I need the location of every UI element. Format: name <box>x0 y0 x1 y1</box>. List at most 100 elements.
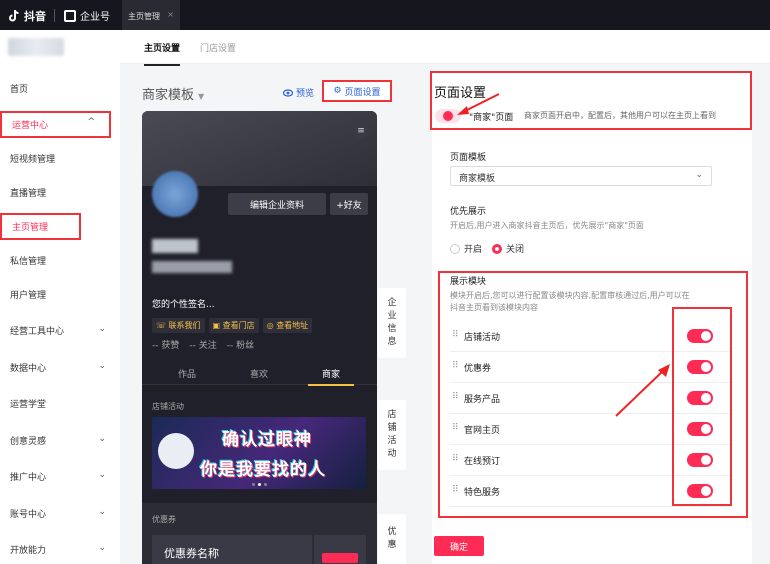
chevron-down-icon: ⌄ <box>98 434 106 444</box>
top-tab-label: 主页管理 <box>128 12 160 21</box>
sidebar-item-messages[interactable]: 私信管理 <box>0 250 120 270</box>
page-template-select[interactable]: 商家模板 ⌄ <box>450 166 712 186</box>
account-avatar[interactable] <box>8 38 64 56</box>
profile-name-blurred <box>152 239 198 253</box>
tab-store-settings[interactable]: 门店设置 <box>200 41 236 54</box>
sidebar-item-data[interactable]: 数据中心 ⌄ <box>0 357 120 377</box>
module-name: 官网主页 <box>464 426 501 436</box>
sidebar-item-users[interactable]: 用户管理 <box>0 284 120 304</box>
menu-icon[interactable]: ≡ <box>353 123 369 139</box>
chevron-down-icon: ⌄ <box>98 543 106 553</box>
template-title: 商家模板 <box>142 88 195 103</box>
fans-stat: -- 粉丝 <box>226 341 255 351</box>
sidebar-item-account[interactable]: 账号中心 ⌄ <box>0 503 120 523</box>
sidebar-item-label: 开放能力 <box>10 545 47 556</box>
douyin-icon <box>9 9 19 22</box>
sidebar-item-label: 主页管理 <box>12 223 49 233</box>
sidebar-item-label: 推广中心 <box>10 472 47 483</box>
coupon-claim[interactable] <box>314 535 366 564</box>
module-name: 服务产品 <box>464 395 501 405</box>
radio-selected-icon <box>492 243 502 254</box>
confirm-button[interactable]: 确定 <box>434 536 484 556</box>
sidebar-item-inspiration[interactable]: 创意灵感 ⌄ <box>0 430 120 450</box>
douyin-logo[interactable]: 抖音 <box>8 8 46 24</box>
highlight-box-toggles <box>672 307 732 506</box>
enterprise-logo[interactable]: 企业号 <box>64 8 110 23</box>
following-stat: -- 关注 <box>189 341 217 351</box>
caret-down-icon: ▼ <box>198 92 205 101</box>
shop-page-desc: 商家页面开启中，配置后，其他用户可以在主页上看到 <box>524 111 716 120</box>
contact-us-chip[interactable]: ☏ 联系我们 <box>152 318 205 333</box>
sidebar-item-label: 创意灵感 <box>10 436 47 447</box>
claim-button[interactable] <box>322 553 358 563</box>
sidebar-item-live[interactable]: 直播管理 <box>0 182 120 202</box>
contact-chips: ☏ 联系我们 ▣ 查看门店 ◎ 查看地址 <box>152 318 313 333</box>
template-selector[interactable]: 商家模板 ▼ <box>142 84 204 103</box>
drag-handle-icon[interactable]: ⠿ <box>452 485 459 495</box>
radio-priority-on[interactable]: 开启 <box>450 242 482 255</box>
chevron-down-icon: ⌄ <box>98 470 106 480</box>
modules-label: 展示模块 <box>450 277 487 287</box>
store-activity-side-label[interactable]: 店铺活动 <box>378 400 406 470</box>
megaphone-icon <box>158 433 194 469</box>
store-activity-label: 店铺活动 <box>152 402 184 411</box>
profile-tabs: 作品 喜欢 商家 <box>142 361 377 386</box>
coupon-side-label[interactable]: 优惠 <box>378 514 406 564</box>
sidebar-item-operations[interactable]: 运营中心 ^ <box>0 111 111 138</box>
location-icon: ◎ <box>266 321 277 330</box>
view-store-chip[interactable]: ▣ 查看门店 <box>208 318 259 333</box>
module-name: 在线预订 <box>464 457 501 467</box>
gear-icon: ⚙ <box>333 86 342 96</box>
sidebar-item-video[interactable]: 短视频管理 <box>0 148 120 168</box>
page-settings-button[interactable]: ⚙ 页面设置 <box>322 80 392 102</box>
eye-icon <box>283 88 293 97</box>
carousel-dots <box>252 483 267 486</box>
drag-handle-icon[interactable]: ⠿ <box>452 423 459 433</box>
coupon-card[interactable]: 优惠券名称 <box>152 535 312 564</box>
tab-merchant[interactable]: 商家 <box>307 367 355 386</box>
sidebar-item-biz-tools[interactable]: 经营工具中心 ⌄ <box>0 320 120 340</box>
enterprise-info-label[interactable]: 企业信息 <box>378 288 406 358</box>
tab-likes[interactable]: 喜欢 <box>250 367 268 380</box>
coupon-label: 优惠券 <box>152 515 176 524</box>
close-tab-icon[interactable]: × <box>167 10 174 19</box>
sidebar-item-home[interactable]: 首页 <box>0 78 120 98</box>
radio-circle-icon <box>450 243 460 254</box>
red-arrow-icon <box>457 93 500 115</box>
signature-text: 您的个性签名... <box>152 300 215 310</box>
view-address-chip[interactable]: ◎ 查看地址 <box>262 318 313 333</box>
radio-priority-off[interactable]: 关闭 <box>492 242 524 255</box>
sidebar-item-label: 运营中心 <box>12 121 49 131</box>
sidebar-item-label: 账号中心 <box>10 509 47 520</box>
tab-home-settings[interactable]: 主页设置 <box>144 41 181 66</box>
tab-works[interactable]: 作品 <box>178 367 196 380</box>
profile-avatar <box>152 171 198 217</box>
drag-handle-icon[interactable]: ⠿ <box>452 454 459 464</box>
banner-line-1: 确认过眼神 <box>222 430 312 450</box>
sidebar-item-label: 首页 <box>10 84 29 95</box>
drag-handle-icon[interactable]: ⠿ <box>452 392 459 402</box>
sidebar-item-label: 运营学堂 <box>10 399 47 410</box>
radio-label: 关闭 <box>506 245 525 255</box>
top-tab-home-manage[interactable]: 主页管理 × <box>122 0 180 30</box>
enterprise-icon <box>64 9 76 22</box>
edit-profile-button[interactable]: 编辑企业资料 <box>228 193 326 215</box>
sidebar-item-open-api[interactable]: 开放能力 ⌄ <box>0 539 120 559</box>
modules-desc-line2: 抖音主页看到该模块内容 <box>450 303 538 312</box>
store-icon: ▣ <box>212 321 223 330</box>
preview-link[interactable]: 预览 <box>283 86 314 99</box>
sidebar-item-label: 数据中心 <box>10 363 47 374</box>
sidebar-item-label: 私信管理 <box>10 256 47 267</box>
brand-name: 抖音 <box>24 10 46 23</box>
drag-handle-icon[interactable]: ⠿ <box>452 361 459 371</box>
chevron-down-icon: ⌄ <box>98 507 106 517</box>
page-settings-label: 页面设置 <box>344 87 381 98</box>
add-friend-button[interactable]: +好友 <box>330 193 368 215</box>
drag-handle-icon[interactable]: ⠿ <box>452 330 459 340</box>
activity-banner[interactable]: 确认过眼神 你是我要找的人 <box>152 417 366 489</box>
likes-stat: -- 获赞 <box>152 341 180 351</box>
sidebar-item-homepage[interactable]: 主页管理 <box>0 213 81 240</box>
top-divider <box>54 9 55 22</box>
sidebar-item-academy[interactable]: 运营学堂 <box>0 393 120 413</box>
sidebar-item-promotion[interactable]: 推广中心 ⌄ <box>0 466 120 486</box>
